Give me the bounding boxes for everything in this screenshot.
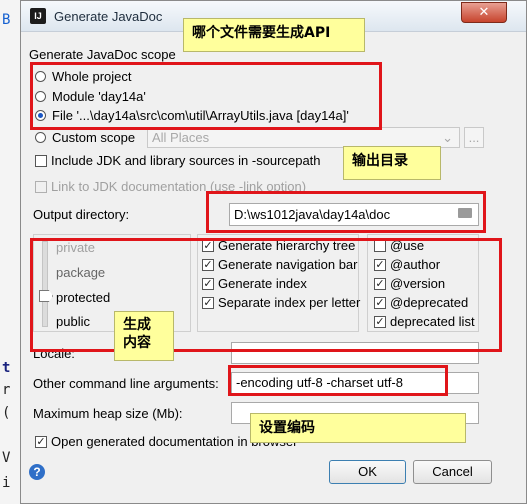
scope-legend: Generate JavaDoc scope	[29, 47, 176, 62]
max-heap-label: Maximum heap size (Mb):	[33, 406, 183, 421]
scope-highlight-box	[30, 62, 382, 130]
close-icon: ✕	[478, 4, 490, 19]
cancel-label: Cancel	[432, 464, 473, 479]
dialog-title: Generate JavaDoc	[54, 9, 163, 24]
editor-glyph: r	[2, 382, 11, 398]
content-annotation-note: 生成 内容	[114, 311, 174, 361]
editor-glyph: i	[2, 475, 11, 491]
other-args-label: Other command line arguments:	[33, 376, 219, 391]
custom-scope-dropdown[interactable]: All Places ⌄	[147, 127, 460, 148]
output-directory-label: Output directory:	[33, 207, 130, 222]
scope-option-label: Custom scope	[52, 130, 136, 145]
help-icon[interactable]: ?	[29, 464, 45, 480]
scope-note-text: 哪个文件需要生成API	[192, 25, 331, 41]
link-jdk-checkbox[interactable]	[35, 181, 47, 193]
editor-background: B t r ( V i	[0, 0, 21, 504]
ok-button[interactable]: OK	[329, 460, 406, 484]
content-highlight-box	[30, 238, 502, 352]
content-note-line1: 生成	[123, 317, 151, 333]
close-button[interactable]: ✕	[461, 2, 507, 23]
content-note-line2: 内容	[123, 335, 151, 351]
scope-annotation-note: 哪个文件需要生成API	[183, 18, 365, 52]
include-jdk-checkbox[interactable]	[35, 155, 47, 167]
editor-glyph: V	[2, 450, 11, 466]
encoding-note-text: 设置编码	[259, 420, 315, 436]
custom-scope-value: All Places	[152, 130, 210, 145]
encoding-highlight-box	[228, 365, 448, 396]
radio-custom-scope[interactable]	[35, 132, 46, 143]
editor-glyph: t	[2, 360, 11, 376]
ok-label: OK	[358, 464, 377, 479]
output-highlight-box	[206, 191, 486, 233]
cancel-button[interactable]: Cancel	[413, 460, 492, 484]
chevron-down-icon: ⌄	[442, 130, 453, 145]
editor-glyph: (	[2, 405, 11, 421]
output-annotation-note: 输出目录	[343, 146, 441, 180]
open-in-browser-checkbox[interactable]: ✓	[35, 436, 47, 448]
output-note-text: 输出目录	[352, 153, 408, 169]
include-jdk-label: Include JDK and library sources in -sour…	[51, 153, 321, 168]
intellij-logo-icon: IJ	[30, 8, 46, 24]
encoding-annotation-note: 设置编码	[250, 413, 466, 443]
help-glyph: ?	[33, 465, 41, 479]
custom-scope-more-button[interactable]: ...	[464, 127, 484, 148]
editor-glyph: B	[2, 12, 11, 28]
